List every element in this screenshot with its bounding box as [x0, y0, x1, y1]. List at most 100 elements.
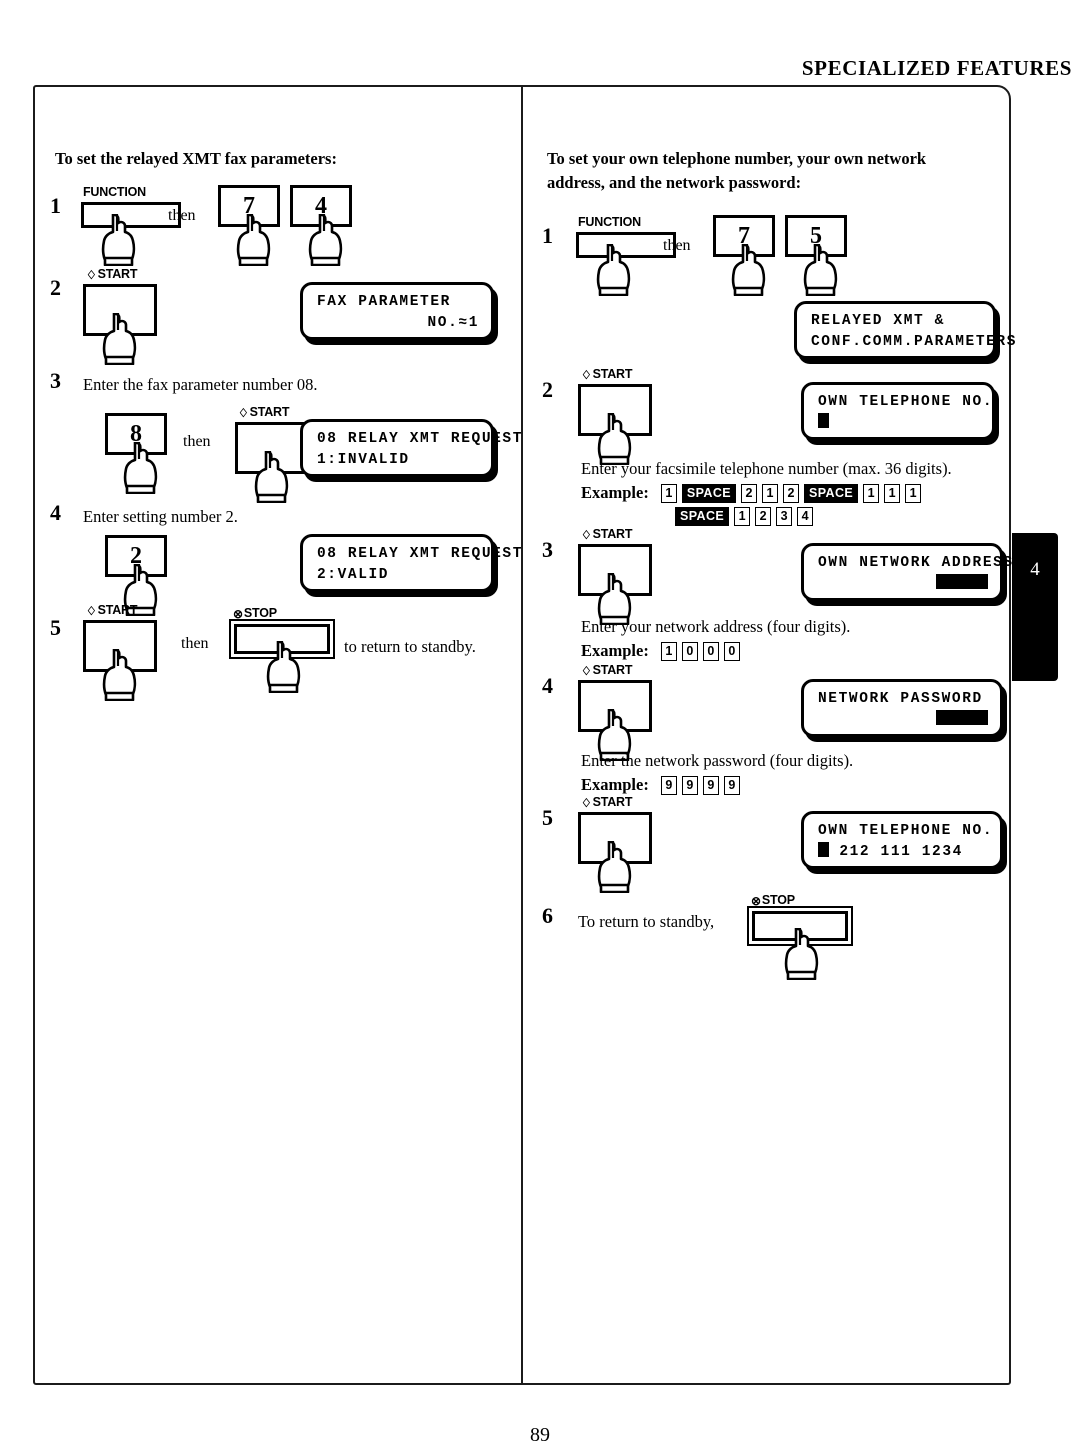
- example-chip-space: SPACE: [675, 507, 730, 526]
- right-step-4-instruction: Enter the network password (four digits)…: [581, 751, 854, 770]
- keypad-button-7[interactable]: 7: [713, 215, 775, 257]
- keypad-button-2[interactable]: 2: [105, 535, 167, 577]
- stop-button[interactable]: [752, 911, 848, 941]
- example-chip: 1: [734, 507, 751, 526]
- example-chip-space: SPACE: [803, 483, 859, 503]
- right-step-1-then: then: [663, 237, 691, 254]
- example-chip: 3: [776, 507, 793, 526]
- keypad-button-7[interactable]: 7: [218, 185, 280, 227]
- lcd-line-1: RELAYED XMT &: [811, 313, 945, 329]
- right-step-6-number: 6: [542, 903, 553, 928]
- function-button[interactable]: [576, 232, 676, 258]
- left-step-5-then: then: [181, 635, 209, 652]
- start-key-label: ♢START: [238, 405, 290, 420]
- lcd-line-2-cursor: [818, 413, 980, 434]
- start-button[interactable]: [578, 544, 652, 596]
- example-chip: 9: [702, 775, 719, 795]
- right-step-3-instruction: Enter your network address (four digits)…: [581, 617, 851, 636]
- example-chip: 2: [782, 483, 799, 503]
- right-step-4-number: 4: [542, 673, 553, 698]
- example-chip: 1: [761, 483, 778, 503]
- right-step-2-instruction: Enter your facsimile telephone number (m…: [581, 459, 952, 478]
- example-chip: 4: [797, 507, 814, 526]
- example-label: Example:: [581, 641, 649, 660]
- example-chip: 9: [681, 775, 698, 795]
- example-chip-space: SPACE: [681, 483, 736, 503]
- lcd-display-own-telephone-no-filled: OWN TELEPHONE NO. 212 111 1234: [801, 811, 1003, 869]
- right-step-3-number: 3: [542, 537, 553, 562]
- example-chip: 2: [740, 483, 757, 503]
- stop-button[interactable]: [234, 624, 330, 654]
- right-step-5-number: 5: [542, 805, 553, 830]
- left-step-1-number: 1: [50, 193, 61, 218]
- keypad-button-5[interactable]: 5: [785, 215, 847, 257]
- lcd-line-2: 2:VALID: [317, 567, 390, 583]
- lcd-display-network-password: NETWORK PASSWORD: [801, 679, 1003, 737]
- lcd-display-fax-parameter: FAX PARAMETER NO.≈1: [300, 282, 494, 340]
- right-step-1-number: 1: [542, 223, 553, 248]
- start-button[interactable]: [578, 384, 652, 436]
- example-chip: 1: [660, 641, 677, 661]
- lcd-display-relayed-xmt-params: RELAYED XMT & CONF.COMM.PARAMETERS: [794, 301, 1015, 359]
- left-intro: To set the relayed XMT fax parameters:: [55, 149, 337, 168]
- start-key-label: ♢START: [86, 267, 138, 282]
- start-button[interactable]: [235, 422, 309, 474]
- start-key-label: ♢START: [581, 795, 633, 810]
- example-chip: 1: [905, 483, 922, 503]
- right-column: To set your own telephone number, your o…: [523, 85, 1015, 1385]
- keypad-button-4[interactable]: 4: [290, 185, 352, 227]
- example-chip: 0: [681, 641, 698, 661]
- function-button[interactable]: [81, 202, 181, 228]
- start-glyph-icon: ♢: [86, 604, 97, 618]
- chapter-side-tab-number: 4: [1030, 559, 1040, 580]
- lcd-display-own-telephone-no-empty: OWN TELEPHONE NO.: [801, 382, 995, 440]
- right-step-4-example-row: Example: 9 9 9 9: [581, 775, 740, 795]
- left-step-4-number: 4: [50, 500, 61, 525]
- stop-key-label: ⊗STOP: [233, 606, 277, 621]
- lcd-line-1: OWN TELEPHONE NO.: [818, 823, 994, 839]
- start-glyph-icon: ♢: [581, 664, 592, 678]
- left-step-5-text: to return to standby.: [344, 637, 476, 656]
- right-step-2-number: 2: [542, 377, 553, 402]
- example-label: Example:: [581, 483, 649, 502]
- example-chip: 2: [755, 507, 772, 526]
- stop-glyph-icon: ⊗: [751, 894, 761, 908]
- start-button[interactable]: [83, 284, 157, 336]
- right-step-2-example-row-1: Example: 1 SPACE 2 1 2 SPACE 1 1 1: [581, 483, 922, 503]
- lcd-line-2-value: 212 111 1234: [818, 842, 988, 863]
- start-button[interactable]: [578, 812, 652, 864]
- left-column: To set the relayed XMT fax parameters: 1…: [33, 85, 521, 1385]
- lcd-display-relay-xmt-valid: 08 RELAY XMT REQUEST 2:VALID: [300, 534, 524, 592]
- lcd-block-cursor: [936, 574, 988, 589]
- left-step-3-then: then: [183, 433, 211, 450]
- chapter-side-tab: 4: [1012, 533, 1058, 681]
- left-step-3-number: 3: [50, 368, 61, 393]
- right-step-2-example-row-2: SPACE 1 2 3 4: [675, 507, 814, 526]
- start-key-label: ♢START: [581, 367, 633, 382]
- stop-key-label: ⊗STOP: [751, 893, 795, 908]
- right-step-6-text: To return to standby,: [578, 912, 715, 931]
- start-button[interactable]: [578, 680, 652, 732]
- start-key-label: ♢START: [581, 527, 633, 542]
- right-step-3-example-row: Example: 1 0 0 0: [581, 641, 740, 661]
- lcd-line-1: 08 RELAY XMT REQUEST: [317, 546, 524, 562]
- lcd-cursor: [818, 413, 829, 428]
- start-glyph-icon: ♢: [86, 268, 97, 282]
- start-key-label: ♢START: [581, 663, 633, 678]
- example-chip: 1: [884, 483, 901, 503]
- keypad-button-8[interactable]: 8: [105, 413, 167, 455]
- lcd-line-1: FAX PARAMETER: [317, 294, 451, 310]
- left-step-1-then: then: [168, 207, 196, 224]
- page-number: 89: [530, 1424, 550, 1446]
- example-label: Example:: [581, 775, 649, 794]
- start-button[interactable]: [83, 620, 157, 672]
- example-chip: 1: [660, 483, 677, 503]
- function-key-label: FUNCTION: [578, 215, 641, 229]
- example-chip: 0: [723, 641, 740, 661]
- lcd-cursor: [818, 842, 829, 857]
- lcd-line-2-block: [818, 574, 988, 595]
- function-key-label: FUNCTION: [83, 185, 146, 199]
- example-chip: 1: [863, 483, 880, 503]
- start-glyph-icon: ♢: [581, 528, 592, 542]
- lcd-display-relay-xmt-invalid: 08 RELAY XMT REQUEST 1:INVALID: [300, 419, 521, 477]
